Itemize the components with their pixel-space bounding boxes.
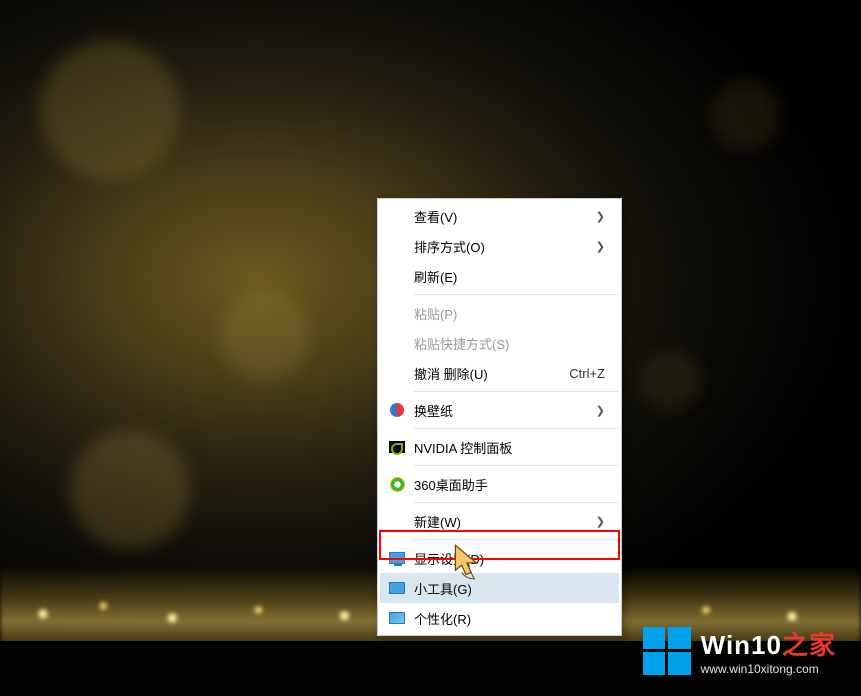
personalize-icon bbox=[388, 609, 406, 627]
menu-item-display[interactable]: 显示设置(D) bbox=[380, 543, 619, 573]
menu-item-nvidia[interactable]: NVIDIA 控制面板 bbox=[380, 432, 619, 462]
nvidia-icon bbox=[388, 438, 406, 456]
menu-item-label: 撤消 删除(U) bbox=[414, 364, 488, 383]
menu-separator bbox=[414, 391, 618, 392]
chevron-right-icon: ❯ bbox=[596, 210, 605, 223]
desktop-context-menu: 查看(V) ❯ 排序方式(O) ❯ 刷新(E) 粘贴(P) 粘贴快捷方式(S) 撤消 删除(… bbox=[377, 198, 622, 636]
menu-separator bbox=[414, 428, 618, 429]
wallpaper-bokeh bbox=[40, 40, 180, 180]
menu-separator bbox=[414, 294, 618, 295]
menu-separator bbox=[414, 539, 618, 540]
menu-shortcut: Ctrl+Z bbox=[569, 366, 605, 381]
menu-item-label: 新建(W) bbox=[414, 512, 461, 531]
menu-item-undo-delete[interactable]: 撤消 删除(U) Ctrl+Z bbox=[380, 358, 619, 388]
menu-separator bbox=[414, 465, 618, 466]
menu-item-label: 排序方式(O) bbox=[414, 237, 485, 256]
menu-item-label: NVIDIA 控制面板 bbox=[414, 438, 512, 457]
menu-item-wallpaper[interactable]: 换壁纸 ❯ bbox=[380, 395, 619, 425]
watermark-url: www.win10xitong.com bbox=[701, 662, 836, 676]
menu-item-label: 换壁纸 bbox=[414, 401, 453, 420]
menu-separator bbox=[414, 502, 618, 503]
menu-item-new[interactable]: 新建(W) ❯ bbox=[380, 506, 619, 536]
wallpaper-bokeh bbox=[640, 350, 700, 410]
chevron-right-icon: ❯ bbox=[596, 240, 605, 253]
menu-item-label: 查看(V) bbox=[414, 207, 457, 226]
menu-item-label: 粘贴(P) bbox=[414, 304, 457, 323]
windows-logo-icon bbox=[643, 627, 691, 675]
menu-item-refresh[interactable]: 刷新(E) bbox=[380, 261, 619, 291]
watermark: Win10之家 www.win10xitong.com bbox=[643, 625, 836, 676]
wallpaper-icon bbox=[388, 401, 406, 419]
menu-item-personalize[interactable]: 个性化(R) bbox=[380, 603, 619, 633]
menu-item-view[interactable]: 查看(V) ❯ bbox=[380, 201, 619, 231]
wallpaper-bokeh bbox=[711, 80, 781, 150]
menu-item-label: 360桌面助手 bbox=[414, 475, 488, 494]
watermark-brand: Win10之家 bbox=[701, 625, 836, 662]
chevron-right-icon: ❯ bbox=[596, 515, 605, 528]
menu-item-label: 个性化(R) bbox=[414, 609, 471, 628]
menu-item-label: 刷新(E) bbox=[414, 267, 457, 286]
chevron-right-icon: ❯ bbox=[596, 404, 605, 417]
menu-item-gadgets[interactable]: 小工具(G) bbox=[380, 573, 619, 603]
menu-item-sort[interactable]: 排序方式(O) ❯ bbox=[380, 231, 619, 261]
wallpaper-bokeh bbox=[220, 290, 310, 380]
menu-item-paste: 粘贴(P) bbox=[380, 298, 619, 328]
360-icon bbox=[388, 475, 406, 493]
menu-item-paste-shortcut: 粘贴快捷方式(S) bbox=[380, 328, 619, 358]
display-icon bbox=[388, 549, 406, 567]
menu-item-label: 粘贴快捷方式(S) bbox=[414, 334, 509, 353]
gadget-icon bbox=[388, 579, 406, 597]
wallpaper-bokeh bbox=[70, 430, 190, 550]
menu-item-360[interactable]: 360桌面助手 bbox=[380, 469, 619, 499]
pointer-cursor-icon bbox=[447, 541, 489, 583]
